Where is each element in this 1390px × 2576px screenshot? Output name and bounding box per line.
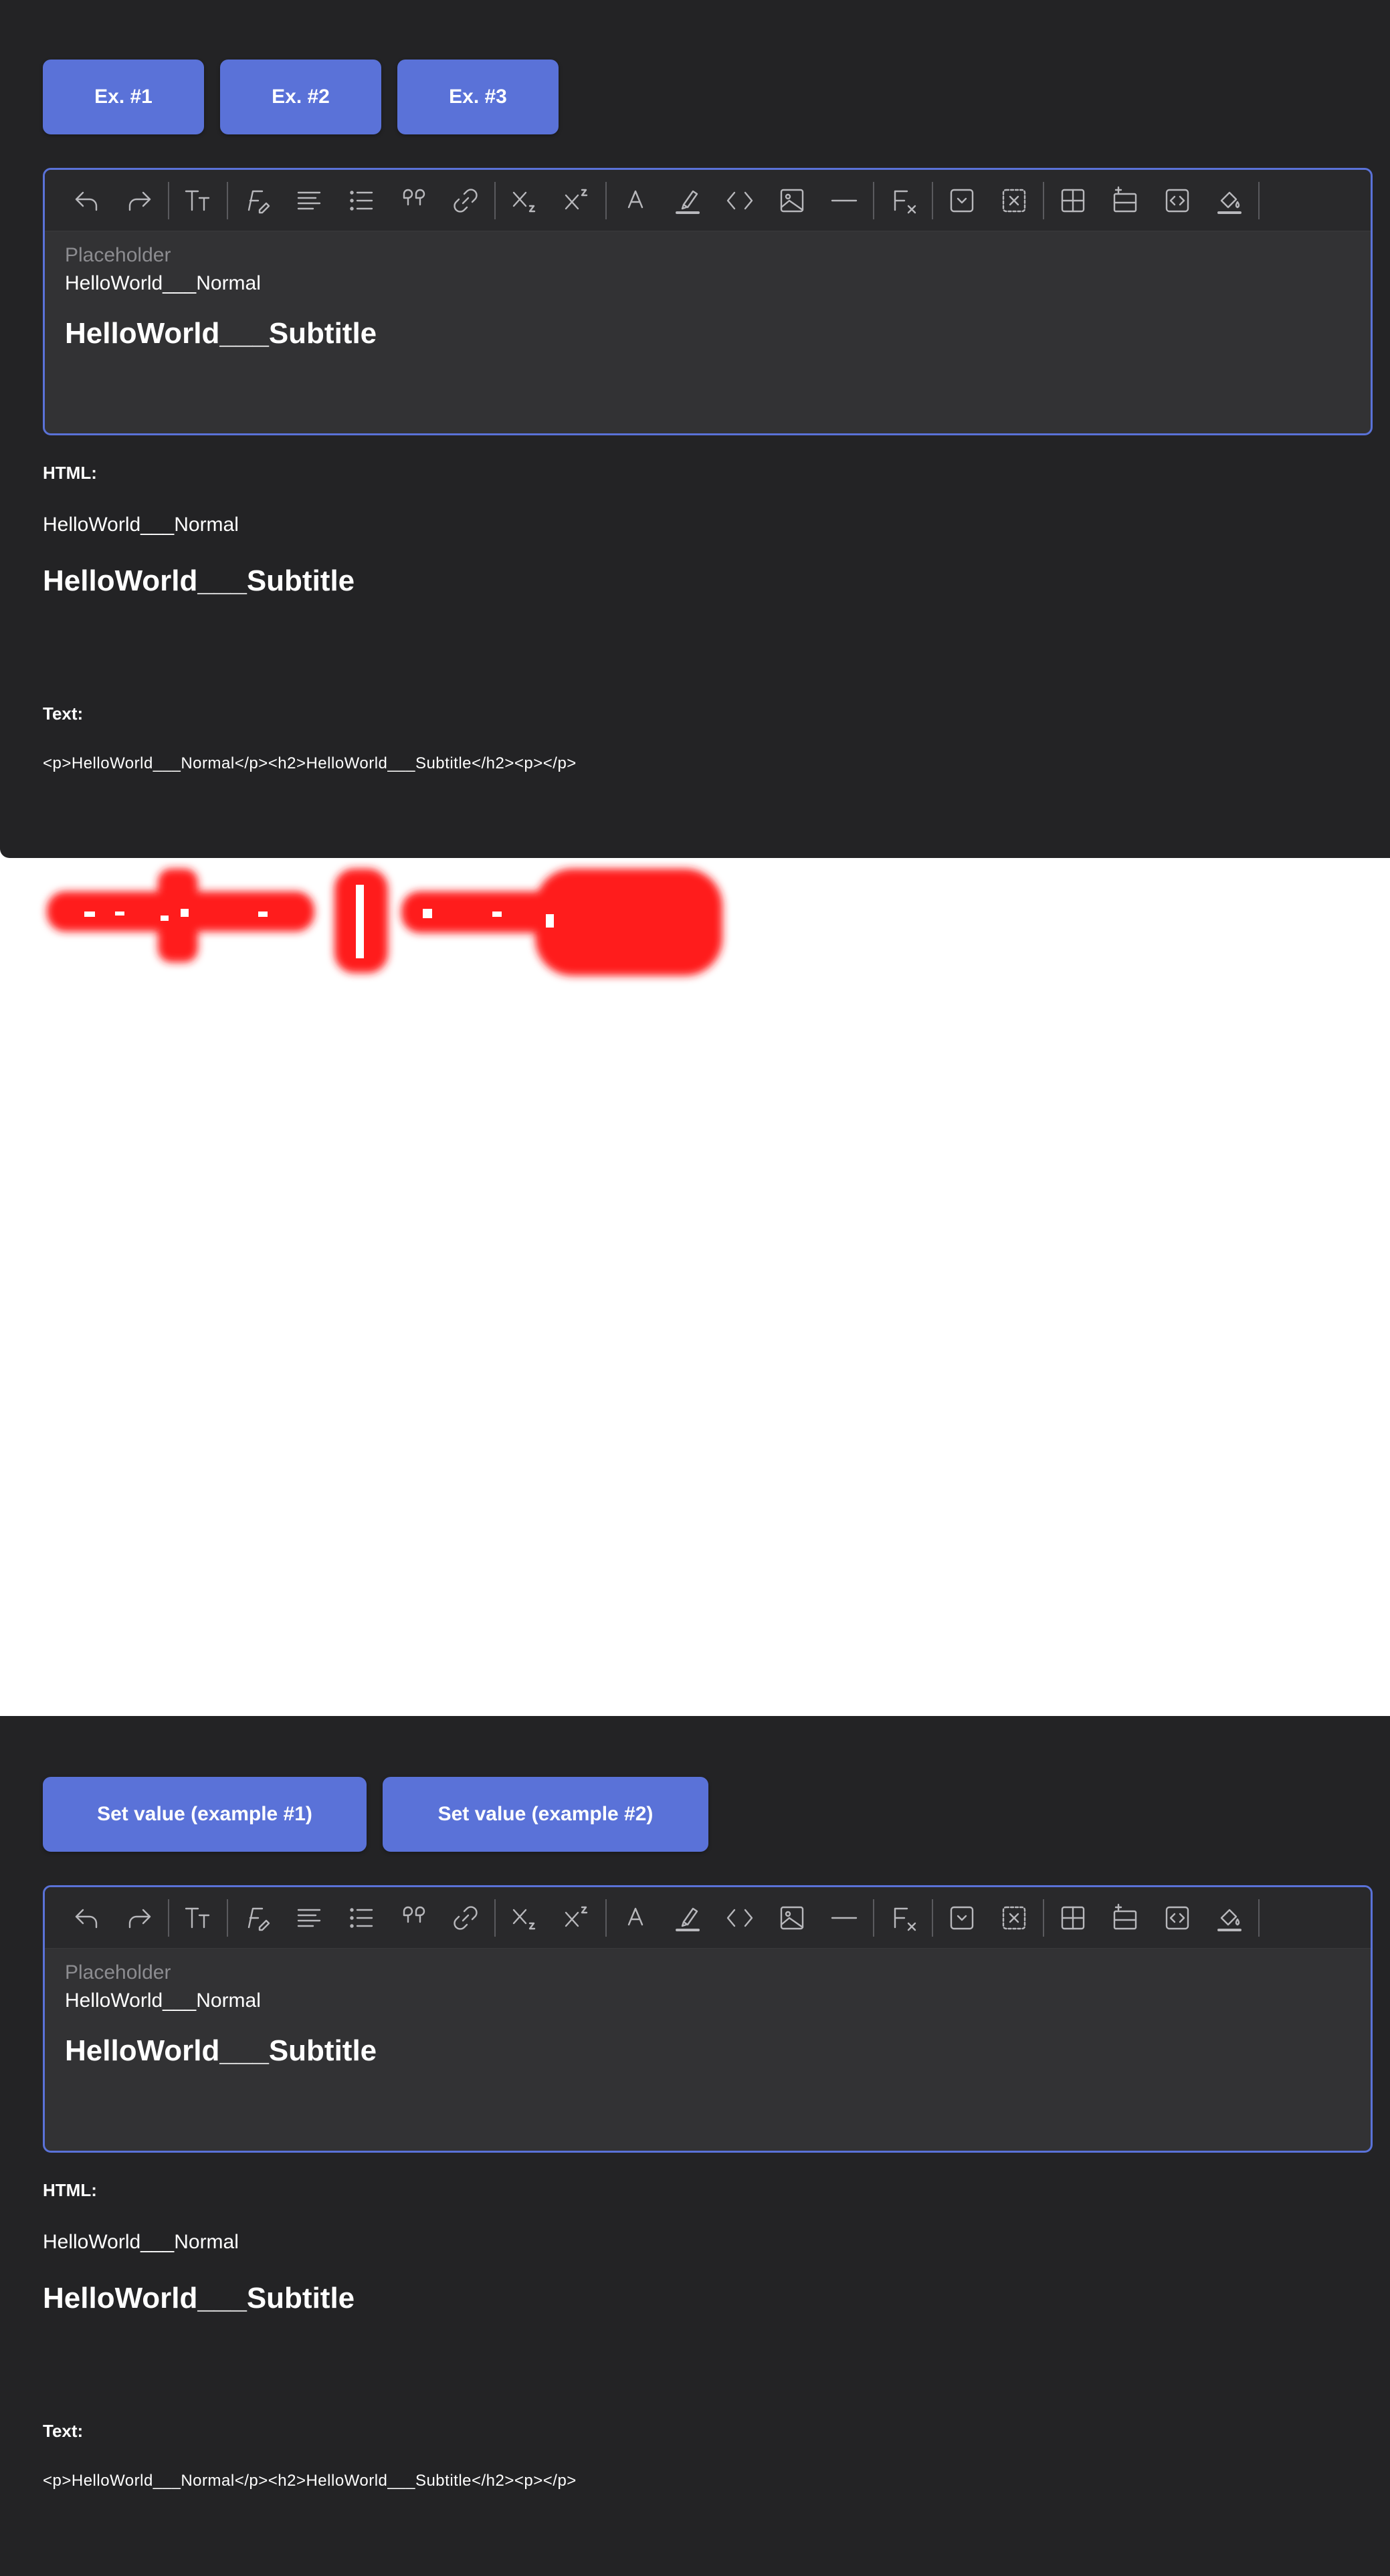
redo-icon[interactable]: [113, 175, 165, 227]
text-label: Text:: [43, 704, 84, 724]
toolbar-separator: [932, 1899, 933, 1937]
editor-content[interactable]: Placeholder HelloWorld___Normal HelloWor…: [45, 231, 1371, 361]
list-icon[interactable]: [335, 1892, 387, 1944]
toolbar-separator: [1043, 1899, 1044, 1937]
html-output-heading: HelloWorld___Subtitle: [43, 564, 355, 597]
render-artifact-area: [0, 858, 1390, 1716]
editor-toolbar: [45, 170, 1371, 231]
html-label: HTML:: [43, 463, 97, 483]
align-icon[interactable]: [283, 175, 335, 227]
undo-icon[interactable]: [61, 1892, 113, 1944]
font-style-icon[interactable]: [231, 1892, 283, 1944]
toolbar-separator: [932, 181, 933, 219]
embed-code-icon[interactable]: [1151, 1892, 1203, 1944]
editor-toolbar: [45, 1887, 1371, 1949]
table-icon[interactable]: [1047, 175, 1099, 227]
rich-text-editor[interactable]: Placeholder HelloWorld___Normal HelloWor…: [43, 168, 1373, 435]
quote-icon[interactable]: [387, 1892, 439, 1944]
example-2-button[interactable]: Ex. #2: [220, 60, 381, 134]
editor-heading[interactable]: HelloWorld___Subtitle: [65, 317, 1351, 350]
editor-heading[interactable]: HelloWorld___Subtitle: [65, 2034, 1351, 2068]
toolbar-separator: [227, 1899, 228, 1937]
example-3-button[interactable]: Ex. #3: [397, 60, 559, 134]
font-color-icon[interactable]: [609, 175, 662, 227]
font-size-icon[interactable]: [172, 1892, 224, 1944]
details-icon[interactable]: [936, 1892, 988, 1944]
toolbar-separator: [1043, 181, 1044, 219]
toolbar-separator: [494, 1899, 496, 1937]
remove-details-icon[interactable]: [988, 1892, 1040, 1944]
quote-icon[interactable]: [387, 175, 439, 227]
toolbar-separator: [1258, 181, 1260, 219]
toolbar-separator: [605, 1899, 607, 1937]
superscript-icon[interactable]: [551, 1892, 603, 1944]
html-output-heading: HelloWorld___Subtitle: [43, 2282, 355, 2315]
list-icon[interactable]: [335, 175, 387, 227]
set-value-buttons: Set value (example #1) Set value (exampl…: [43, 1777, 708, 1852]
html-output-paragraph: HelloWorld___Normal: [43, 514, 239, 536]
font-color-icon[interactable]: [609, 1892, 662, 1944]
subscript-icon[interactable]: [498, 1892, 551, 1944]
toolbar-separator: [494, 181, 496, 219]
toolbar-separator: [168, 181, 169, 219]
code-icon[interactable]: [714, 1892, 766, 1944]
remove-details-icon[interactable]: [988, 175, 1040, 227]
code-icon[interactable]: [714, 175, 766, 227]
table-icon[interactable]: [1047, 1892, 1099, 1944]
insert-row-icon[interactable]: [1099, 175, 1151, 227]
clear-format-icon[interactable]: [877, 175, 929, 227]
set-value-example-2-button[interactable]: Set value (example #2): [383, 1777, 708, 1852]
horizontal-rule-icon[interactable]: [818, 1892, 870, 1944]
toolbar-separator: [873, 1899, 874, 1937]
details-icon[interactable]: [936, 175, 988, 227]
horizontal-rule-icon[interactable]: [818, 175, 870, 227]
editor-placeholder: Placeholder: [65, 1961, 171, 1983]
redo-icon[interactable]: [113, 1892, 165, 1944]
bottom-demo-panel: Set value (example #1) Set value (exampl…: [0, 1716, 1390, 2576]
superscript-icon[interactable]: [551, 175, 603, 227]
toolbar-separator: [605, 181, 607, 219]
link-icon[interactable]: [439, 175, 492, 227]
rich-text-editor-2[interactable]: Placeholder HelloWorld___Normal HelloWor…: [43, 1885, 1373, 2153]
toolbar-separator: [873, 181, 874, 219]
image-icon[interactable]: [766, 175, 818, 227]
highlight-icon[interactable]: [662, 1892, 714, 1944]
editor-paragraph[interactable]: HelloWorld___Normal: [65, 269, 1351, 298]
align-icon[interactable]: [283, 1892, 335, 1944]
toolbar-separator: [1258, 1899, 1260, 1937]
editor-placeholder: Placeholder: [65, 244, 171, 266]
red-glitch-artifact: [47, 869, 722, 976]
editor-content[interactable]: Placeholder HelloWorld___Normal HelloWor…: [45, 1949, 1371, 2078]
undo-icon[interactable]: [61, 175, 113, 227]
image-icon[interactable]: [766, 1892, 818, 1944]
fill-color-icon[interactable]: [1203, 175, 1256, 227]
example-buttons: Ex. #1 Ex. #2 Ex. #3: [43, 60, 559, 134]
editor-paragraph[interactable]: HelloWorld___Normal: [65, 1986, 1351, 2016]
text-label: Text:: [43, 2421, 84, 2441]
font-size-icon[interactable]: [172, 175, 224, 227]
text-output: <p>HelloWorld___Normal</p><h2>HelloWorld…: [43, 754, 577, 772]
insert-row-icon[interactable]: [1099, 1892, 1151, 1944]
html-label: HTML:: [43, 2180, 97, 2200]
font-style-icon[interactable]: [231, 175, 283, 227]
fill-color-icon[interactable]: [1203, 1892, 1256, 1944]
subscript-icon[interactable]: [498, 175, 551, 227]
top-demo-panel: Ex. #1 Ex. #2 Ex. #3 Placeholder HelloWo…: [0, 0, 1390, 858]
embed-code-icon[interactable]: [1151, 175, 1203, 227]
html-output-paragraph: HelloWorld___Normal: [43, 2231, 239, 2253]
toolbar-separator: [227, 181, 228, 219]
highlight-icon[interactable]: [662, 175, 714, 227]
toolbar-separator: [168, 1899, 169, 1937]
clear-format-icon[interactable]: [877, 1892, 929, 1944]
text-output: <p>HelloWorld___Normal</p><h2>HelloWorld…: [43, 2472, 577, 2490]
link-icon[interactable]: [439, 1892, 492, 1944]
example-1-button[interactable]: Ex. #1: [43, 60, 204, 134]
set-value-example-1-button[interactable]: Set value (example #1): [43, 1777, 367, 1852]
